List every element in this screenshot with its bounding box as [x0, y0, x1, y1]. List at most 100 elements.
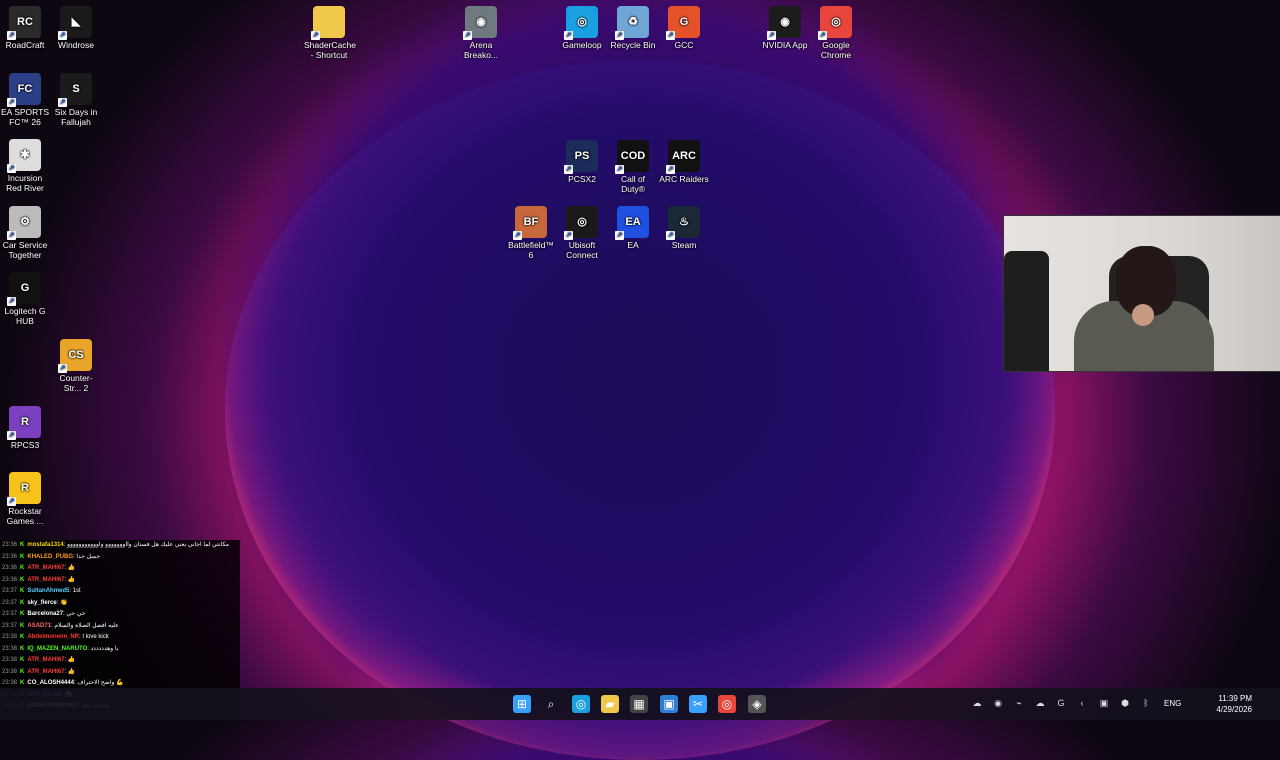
desktop-icon-label: Incursion Red River	[6, 173, 44, 193]
desktop-icon[interactable]: ◉ ↗ Arena Breako...	[456, 6, 506, 60]
chat-username[interactable]: KHALED_PUBG	[27, 554, 73, 560]
desktop-icon-label: Ubisoft Connect	[566, 240, 598, 260]
shortcut-arrow-icon: ↗	[564, 231, 573, 240]
chat-username[interactable]: ATR_MAHI67	[27, 565, 64, 571]
clock-time: 11:39 PM	[1218, 694, 1252, 703]
desktop-icon[interactable]: ARC ↗ ARC Raiders	[659, 140, 709, 184]
desktop-icon[interactable]: ♻ ↗ Recycle Bin	[608, 6, 658, 50]
desktop-icon[interactable]: EA ↗ EA	[608, 206, 658, 250]
desktop-icon[interactable]: COD ↗ Call of Duty®	[608, 140, 658, 194]
desktop-icon[interactable]: S ↗ Six Days in Fallujah	[51, 73, 101, 127]
chat-message: 23:37 K SultanAhmed5: 1st	[0, 586, 240, 598]
desktop-icon[interactable]: ↗ ShaderCache - Shortcut	[304, 6, 356, 60]
chat-username[interactable]: ATR_MAHI67	[27, 577, 64, 583]
counter-strike-icon: CS ↗	[58, 339, 92, 373]
cloud-icon[interactable]: ☁	[1034, 697, 1046, 709]
desktop-icon[interactable]: G ↗ Logitech G HUB	[0, 272, 50, 326]
shortcut-arrow-icon: ↗	[463, 31, 472, 40]
edge-icon[interactable]: ◎	[572, 695, 590, 713]
desktop-icon[interactable]: RC ↗ RoadCraft	[0, 6, 50, 50]
chat-username[interactable]: Barcelona27	[27, 611, 63, 617]
store-icon[interactable]: ▦	[630, 695, 648, 713]
chat-username[interactable]: SultanAhmed5	[27, 588, 69, 594]
language-indicator[interactable]: ENG	[1164, 699, 1181, 708]
shortcut-arrow-icon: ↗	[564, 165, 573, 174]
desktop-icon[interactable]: FC ↗ EA SPORTS FC™ 26	[0, 73, 50, 127]
shortcut-arrow-icon: ↗	[666, 231, 675, 240]
taskbar: ⊞ ⌕ ◎ ▰ ▦ ▣ ✂ ◎ ◈ ☁ ◉ ⌁ ☁ G ‹ ▣ ⬢ ᛒ ENG 11:39 PM 4/29/20…	[0, 688, 1280, 720]
desktop-icon[interactable]: ◎ ↗ Gameloop	[557, 6, 607, 50]
chat-timestamp: 23:38	[2, 668, 18, 675]
chrome-icon[interactable]: ◎	[718, 695, 736, 713]
chat-message: 23:38 K ATR_MAHI67: 👍	[0, 667, 240, 679]
shortcut-arrow-icon: ↗	[7, 98, 16, 107]
desktop-icon[interactable]: ◉ ↗ NVIDIA App	[760, 6, 810, 50]
desktop-icon[interactable]: ♨ ↗ Steam	[659, 206, 709, 250]
clock-date: 4/29/2026	[1216, 705, 1252, 714]
desktop-icon-label: Rockstar Games ...	[6, 506, 44, 526]
recycle-bin-icon: ♻ ↗	[615, 6, 649, 40]
app-icon[interactable]: ◈	[748, 695, 766, 713]
chat-username[interactable]: Abdelmoneim_NR	[27, 634, 79, 640]
battlefield-icon: BF ↗	[513, 206, 547, 240]
chat-timestamp: 23:37	[2, 599, 18, 606]
chat-timestamp: 23:36	[2, 576, 18, 583]
desktop-icon[interactable]: R ↗ RPCS3	[0, 406, 50, 450]
chat-timestamp: 23:38	[2, 645, 18, 652]
chat-username[interactable]: ASAD71	[27, 623, 51, 629]
desktop-icon-label: Car Service Together	[2, 240, 48, 260]
chat-username[interactable]: IQ_MAZEN_NARUTO	[27, 646, 87, 652]
shortcut-arrow-icon: ↗	[58, 364, 67, 373]
chat-username[interactable]: mostafa1314	[27, 542, 63, 548]
windows-start-icon[interactable]: ⊞	[513, 695, 531, 713]
chat-text: : I love kick	[79, 634, 109, 640]
desktop-icon-label: Call of Duty®	[620, 174, 646, 194]
desktop-icon-label: Battlefield™ 6	[508, 240, 554, 260]
desktop-icon[interactable]: CS ↗ Counter-Str... 2	[51, 339, 101, 393]
shortcut-arrow-icon: ↗	[58, 31, 67, 40]
amd-icon[interactable]: ▣	[1098, 697, 1110, 709]
shield-icon[interactable]: ⬢	[1119, 697, 1131, 709]
desktop-icon[interactable]: BF ↗ Battlefield™ 6	[506, 206, 556, 260]
photos-icon[interactable]: ▣	[660, 695, 678, 713]
desktop-icon[interactable]: ⚙ ↗ Car Service Together	[0, 206, 50, 260]
rockstar-icon: R ↗	[7, 472, 41, 506]
desktop-icon[interactable]: ✱ ↗ Incursion Red River	[0, 139, 50, 193]
snipping-tool-icon[interactable]: ✂	[689, 695, 707, 713]
desktop-icon[interactable]: R ↗ Rockstar Games ...	[0, 472, 50, 526]
chat-timestamp: 23:36	[2, 542, 18, 548]
windrose-icon: ◣ ↗	[58, 6, 92, 40]
nvidia-tray-icon[interactable]: ◉	[992, 697, 1004, 709]
chat-username[interactable]: ATR_MAHI67	[27, 669, 64, 675]
shortcut-arrow-icon: ↗	[58, 98, 67, 107]
chat-username[interactable]: sky_fierce	[27, 600, 56, 606]
chat-text: : يا وهدددددد	[87, 645, 119, 652]
shortcut-arrow-icon: ↗	[767, 31, 776, 40]
pcsx2-icon: PS ↗	[564, 140, 598, 174]
clock[interactable]: 11:39 PM 4/29/2026	[1216, 693, 1252, 715]
bluetooth-icon[interactable]: ᛒ	[1140, 697, 1152, 709]
desktop-icon[interactable]: G ↗ GCC	[659, 6, 709, 50]
onedrive-icon[interactable]: ☁	[971, 697, 983, 709]
chat-message: 23:38 K Abdelmoneim_NR: I love kick	[0, 632, 240, 644]
shortcut-arrow-icon: ↗	[666, 31, 675, 40]
ea-icon: EA ↗	[615, 206, 649, 240]
chevron-left-icon[interactable]: ‹	[1076, 697, 1088, 709]
roadcraft-icon: RC ↗	[7, 6, 41, 40]
chat-timestamp: 23:37	[2, 622, 18, 629]
desktop-icon[interactable]: PS ↗ PCSX2	[557, 140, 607, 184]
shortcut-arrow-icon: ↗	[7, 231, 16, 240]
chat-username[interactable]: CO_ALOSH4444	[27, 680, 74, 686]
usb-icon[interactable]: ⌁	[1013, 697, 1025, 709]
desktop-icon[interactable]: ◎ ↗ Google Chrome	[811, 6, 861, 60]
gcc-icon: G ↗	[666, 6, 700, 40]
file-explorer-icon[interactable]: ▰	[601, 695, 619, 713]
desktop-icon-label: GCC	[674, 40, 694, 50]
shortcut-arrow-icon: ↗	[615, 31, 624, 40]
desktop-icon[interactable]: ◎ ↗ Ubisoft Connect	[557, 206, 607, 260]
logitech-tray-icon[interactable]: G	[1055, 697, 1067, 709]
desktop-icon[interactable]: ◣ ↗ Windrose	[51, 6, 101, 50]
car-service-icon: ⚙ ↗	[7, 206, 41, 240]
search-icon[interactable]: ⌕	[542, 695, 560, 713]
chat-username[interactable]: ATR_MAHI67	[27, 657, 64, 663]
